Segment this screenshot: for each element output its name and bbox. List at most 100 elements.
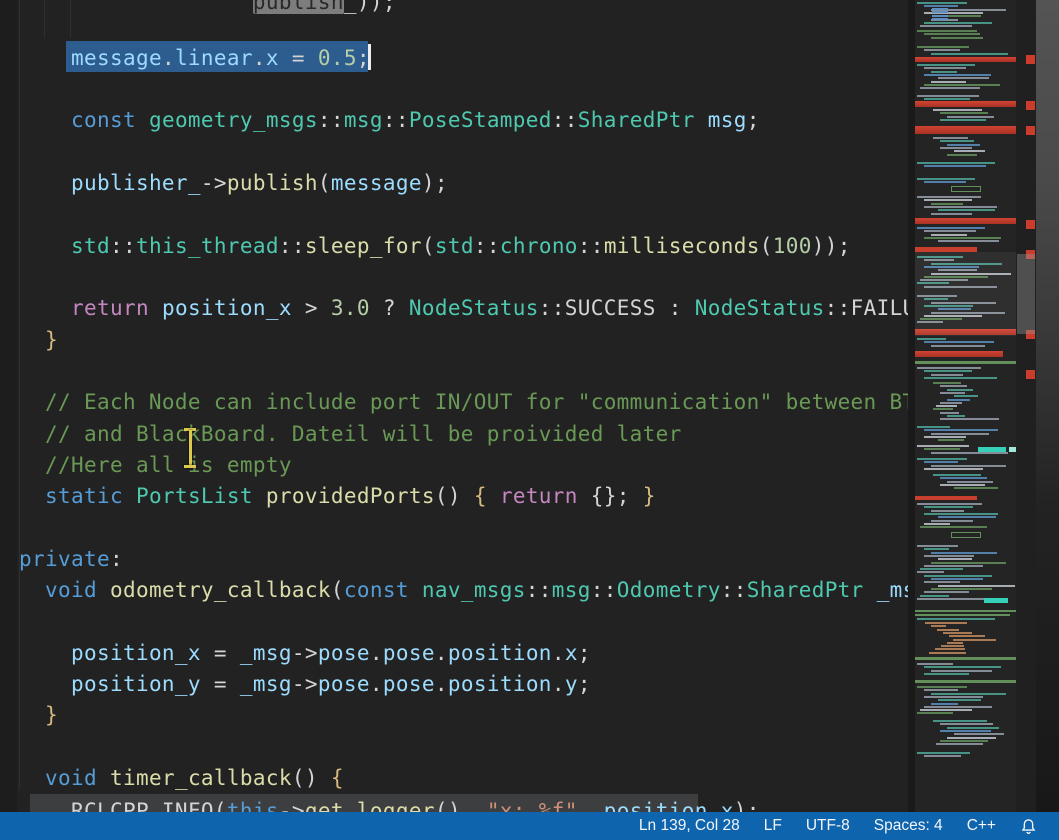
code-token: } bbox=[643, 484, 656, 508]
minimap-code-row bbox=[924, 575, 992, 577]
minimap-mark bbox=[984, 598, 1008, 603]
minimap-code-row bbox=[931, 374, 963, 376]
minimap-code-row bbox=[938, 585, 1015, 587]
status-eol-sequence[interactable]: LF bbox=[764, 817, 782, 835]
code-token: const bbox=[344, 578, 409, 602]
status-cursor-position[interactable]: Ln 139, Col 28 bbox=[639, 817, 740, 835]
code-line[interactable]: // and BlackBoard. Dateil will be proivi… bbox=[19, 418, 682, 450]
code-token: pose bbox=[383, 672, 435, 696]
minimap-code-row bbox=[931, 433, 989, 435]
code-line[interactable]: publish_)); bbox=[19, 0, 396, 18]
minimap-mark bbox=[915, 496, 977, 500]
error-marker bbox=[1026, 370, 1035, 379]
code-token bbox=[19, 108, 71, 132]
status-indentation[interactable]: Spaces: 4 bbox=[874, 817, 943, 835]
code-line[interactable]: const geometry_msgs::msg::PoseStamped::S… bbox=[19, 104, 760, 136]
code-token: } bbox=[45, 328, 58, 352]
minimap-mark bbox=[932, 8, 948, 10]
code-token: -> bbox=[201, 171, 227, 195]
minimap-code-row bbox=[940, 112, 988, 114]
minimap-code-row bbox=[924, 581, 960, 583]
code-line[interactable]: private: bbox=[19, 543, 123, 575]
code-line[interactable]: publisher_->publish(message); bbox=[19, 167, 448, 199]
error-marker bbox=[1026, 220, 1035, 229]
code-line[interactable]: } bbox=[19, 324, 58, 356]
code-editor[interactable]: publish_)); message.linear.x = 0.5; cons… bbox=[0, 0, 908, 812]
minimap-code-row bbox=[924, 165, 986, 167]
code-token: } bbox=[45, 703, 58, 727]
code-token: ::SUCCESS : bbox=[539, 296, 695, 320]
minimap-code-row bbox=[954, 150, 985, 152]
minimap-code-row bbox=[943, 632, 972, 634]
code-line[interactable]: static PortsList providedPorts() { retur… bbox=[19, 480, 656, 512]
code-line[interactable]: std::this_thread::sleep_for(std::chrono:… bbox=[19, 230, 851, 262]
code-line[interactable]: return position_x > 3.0 ? NodeStatus::SU… bbox=[19, 292, 908, 324]
minimap-code-row bbox=[933, 109, 982, 111]
minimap-mark bbox=[915, 351, 1003, 357]
code-token: return bbox=[500, 484, 578, 508]
code-token: ); bbox=[734, 799, 760, 812]
code-token: linear bbox=[175, 46, 253, 70]
code-line[interactable]: void timer_callback() { bbox=[19, 762, 344, 794]
minimap-code-row bbox=[936, 743, 983, 745]
minimap[interactable] bbox=[915, 0, 1016, 812]
scrollbar-thumb[interactable] bbox=[1017, 254, 1035, 334]
status-encoding[interactable]: UTF-8 bbox=[806, 817, 850, 835]
minimap-code-row bbox=[947, 399, 970, 401]
minimap-comment-box bbox=[951, 532, 981, 538]
code-token: ); bbox=[422, 171, 448, 195]
status-language-mode[interactable]: C++ bbox=[967, 817, 996, 835]
code-token: = bbox=[279, 46, 318, 70]
code-line[interactable]: // Each Node can include port IN/OUT for… bbox=[19, 386, 908, 418]
code-token bbox=[19, 234, 71, 258]
minimap-code-row bbox=[931, 203, 963, 205]
minimap-code-row bbox=[936, 405, 957, 407]
code-token: :: bbox=[279, 234, 305, 258]
code-token: message bbox=[71, 46, 162, 70]
minimap-code-row bbox=[954, 487, 998, 489]
code-token: msg bbox=[344, 108, 383, 132]
code-line[interactable]: } bbox=[19, 699, 58, 731]
minimap-code-row bbox=[917, 445, 969, 447]
code-token: NodeStatus bbox=[409, 296, 539, 320]
code-token bbox=[19, 703, 45, 727]
code-token: { bbox=[331, 766, 344, 790]
minimap-code-row bbox=[924, 181, 966, 183]
minimap-code-row bbox=[920, 526, 987, 528]
notifications-bell-icon[interactable] bbox=[1020, 818, 1037, 835]
code-token: pose bbox=[383, 641, 435, 665]
minimap-code-row bbox=[931, 345, 985, 347]
minimap-code-row bbox=[920, 25, 972, 27]
minimap-code-row bbox=[931, 465, 1006, 467]
code-line[interactable]: position_x = _msg->pose.pose.position.x; bbox=[19, 637, 591, 669]
code-token: _msg bbox=[240, 641, 292, 665]
minimap-slider[interactable] bbox=[915, 252, 1016, 336]
minimap-code-row bbox=[947, 389, 973, 391]
code-token: :: bbox=[318, 108, 344, 132]
code-token: _msg bbox=[877, 578, 908, 602]
code-line[interactable]: void odometry_callback(const nav_msgs::m… bbox=[19, 574, 908, 606]
minimap-code-row bbox=[924, 706, 992, 708]
code-token: :: bbox=[578, 234, 604, 258]
code-line[interactable]: RCLCPP_INFO(this->get_logger(), "x: %f",… bbox=[19, 795, 760, 812]
code-line[interactable]: //Here all is empty bbox=[19, 449, 292, 481]
code-token: . bbox=[253, 46, 266, 70]
error-marker bbox=[1026, 126, 1035, 135]
minimap-code-row bbox=[924, 370, 972, 372]
code-token: position bbox=[448, 672, 552, 696]
minimap-code-row bbox=[924, 523, 950, 525]
code-token: :: bbox=[474, 234, 500, 258]
code-token: position_y bbox=[71, 672, 201, 696]
minimap-code-row bbox=[931, 588, 992, 590]
minimap-code-row bbox=[954, 733, 1004, 735]
minimap-code-row bbox=[953, 639, 996, 641]
code-token: SharedPtr bbox=[747, 578, 864, 602]
code-token: publish bbox=[227, 171, 318, 195]
minimap-code-row bbox=[924, 436, 966, 438]
code-token: : bbox=[110, 547, 123, 571]
code-token: chrono bbox=[500, 234, 578, 258]
code-line[interactable]: message.linear.x = 0.5; bbox=[19, 42, 370, 74]
code-line[interactable]: position_y = _msg->pose.pose.position.y; bbox=[19, 668, 591, 700]
minimap-code-row bbox=[924, 237, 1001, 239]
minimap-code-row bbox=[938, 209, 995, 211]
